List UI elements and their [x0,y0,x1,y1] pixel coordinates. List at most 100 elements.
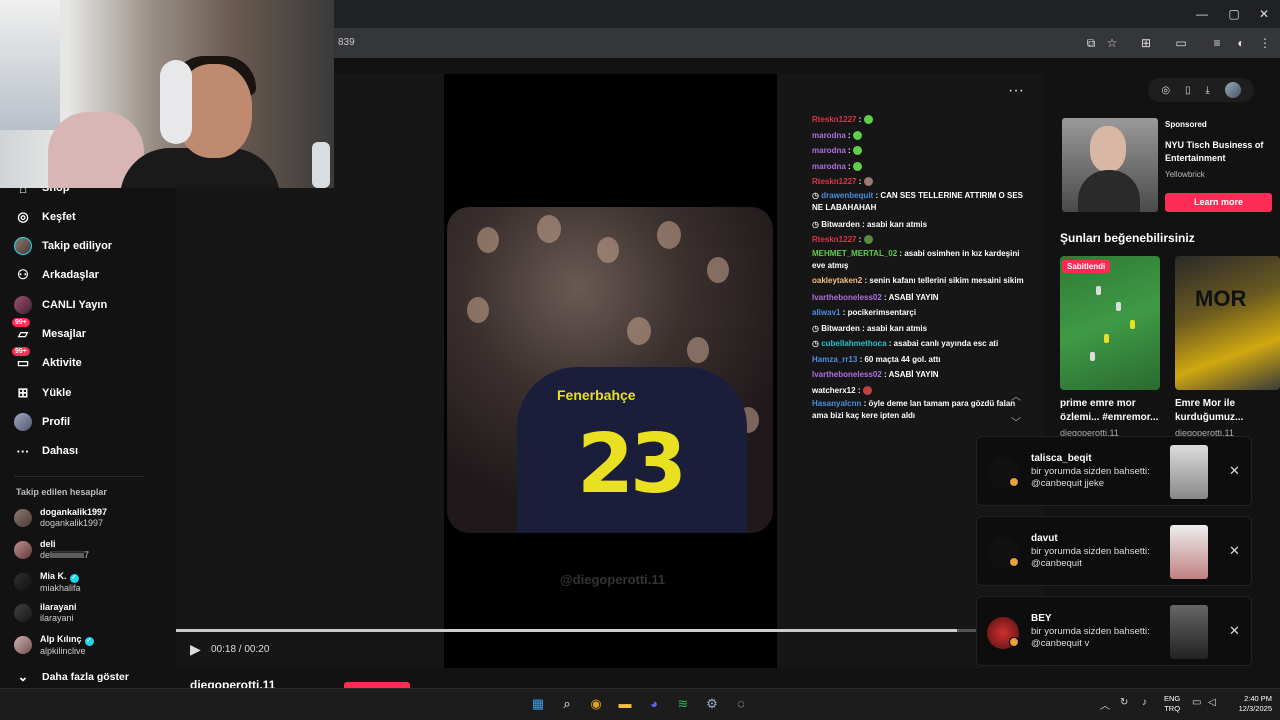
chat-username[interactable]: Rteskn1227 [812,235,856,244]
chat-separator: : [840,308,848,317]
sidebar-item-more[interactable]: ··· Dahası [14,439,174,463]
chat-username[interactable]: marodna [812,131,846,140]
sidebar-item-following[interactable]: Takip ediliyor [14,234,174,258]
windows-start-icon[interactable]: ▦ [528,694,548,714]
sync-icon[interactable]: ↻ [1120,697,1128,708]
minimize-icon[interactable]: — [1192,4,1212,24]
sidebar-item-activity[interactable]: ▭ 99+ Aktivite [12,347,174,375]
chat-username[interactable]: Ivartheboneless02 [812,293,882,302]
close-icon[interactable]: ✕ [1229,623,1240,639]
show-more-button[interactable]: ⌄ Daha fazla göster [14,665,174,689]
mention-notification[interactable]: BEY bir yorumda sizden bahsetti: @canbeq… [976,596,1252,666]
chat-username[interactable]: Hamza_rr13 [812,355,857,364]
chat-username[interactable]: marodna [812,162,846,171]
chat-message: watcherx12 : [812,383,1032,399]
close-icon[interactable]: ✕ [1229,543,1240,559]
chat-username[interactable]: drawenbequit [821,191,873,200]
sidebar-item-live[interactable]: CANLI Yayın [14,293,174,317]
close-window-icon[interactable]: ✕ [1254,4,1274,24]
suggested-video[interactable]: MOR [1175,256,1280,390]
chevron-up-icon[interactable]: ︿ [1011,388,1021,403]
sidebar-item-friends[interactable]: ⚇ Arkadaşlar [14,263,174,287]
chat-username[interactable]: Bitwarden [821,220,860,229]
app-icon[interactable]: ◌ [731,694,751,714]
install-icon[interactable]: ⧉ [1082,34,1100,52]
language-indicator[interactable]: ENG TRQ [1164,694,1180,714]
system-clock[interactable]: 2:40 PM 12/3/2025 [1228,694,1272,714]
chat-username[interactable]: Bitwarden [821,324,860,333]
chrome-icon[interactable]: ◉ [586,694,606,714]
discord-icon[interactable]: ◕ [644,694,664,714]
emote-icon [863,177,873,187]
chat-separator: : [859,219,867,229]
settings-icon[interactable]: ⚙ [702,694,722,714]
suggested-video[interactable] [1060,256,1160,390]
suggestion-user[interactable]: diegoperotti.11 [1060,428,1119,436]
notification-thumbnail[interactable] [1170,525,1208,579]
chat-username[interactable]: Rteskn1227 [812,177,856,186]
jersey-name: Fenerbahçe [557,387,636,403]
browser-menu-icon[interactable]: ⋮ [1256,34,1274,52]
followed-account[interactable]: Alp Kılınç ✓ alpkilinclive [14,630,174,660]
followed-account[interactable]: ilarayani ilarayani [14,598,174,628]
close-icon[interactable]: ✕ [1229,463,1240,479]
clock-date: 12/3/2025 [1238,704,1272,713]
volume-icon[interactable]: ◁ [1208,697,1216,708]
play-icon[interactable]: ▶ [190,641,201,658]
sidebar-item-messages[interactable]: ▱ 99+ Mesajlar [12,318,174,346]
notification-thumbnail[interactable] [1170,605,1208,659]
chat-message: Hasanyalcnn : öyle deme lan tamam para g… [812,398,1032,422]
chevron-down-icon[interactable]: ﹀ [1011,414,1021,429]
notification-text: bir yorumda sizden bahsetti: @canbequit [1031,546,1150,569]
mention-notification[interactable]: davut bir yorumda sizden bahsetti: @canb… [976,516,1252,586]
ad-title[interactable]: NYU Tisch Business of Entertainment [1165,139,1275,165]
bookmark-star-icon[interactable]: ☆ [1103,34,1121,52]
video-author[interactable]: diegoperotti.11 [190,678,275,688]
folder-icon[interactable]: ▬ [615,694,635,714]
suggestion-caption[interactable]: Emre Mor ile kurduğumuz... [1175,397,1275,425]
video-frame[interactable]: Fenerbahçe 23 [447,207,773,533]
url-text[interactable]: 839 [338,33,1078,53]
chat-username[interactable]: watcherx12 [812,386,856,395]
followed-account[interactable]: dogankalik1997 dogankalik1997 [14,503,174,533]
chat-username[interactable]: MEHMET_MERTAL_02 [812,249,897,258]
sidepanel-icon[interactable]: ▭ [1172,34,1190,52]
spotify-icon[interactable]: ≋ [673,694,693,714]
microphone-icon[interactable]: ♪ [1142,697,1147,708]
sidebar-item-explore[interactable]: ◎ Keşfet [14,205,174,229]
mention-notification[interactable]: talisca_beqit bir yorumda sizden bahsett… [976,436,1252,506]
maximize-icon[interactable]: ▢ [1224,4,1244,24]
chat-username[interactable]: Ivartheboneless02 [812,370,882,379]
chat-username[interactable]: marodna [812,146,846,155]
chevron-up-icon[interactable]: ︿ [1100,697,1110,712]
followed-account[interactable]: Mia K. ✓ miakhalifa [14,567,174,597]
notification-thumbnail[interactable] [1170,445,1208,499]
display-icon[interactable]: ▭ [1192,697,1201,708]
phone-icon[interactable]: ▯ [1185,85,1191,96]
learn-more-button[interactable]: Learn more [1165,193,1272,212]
sidebar-item-profile[interactable]: Profil [14,410,174,434]
profile-avatar[interactable] [1224,82,1241,98]
compass-icon[interactable]: ◎ [1161,85,1170,96]
suggestion-user[interactable]: diegoperotti.11 [1175,428,1234,436]
download-icon[interactable]: ⤓ [1205,85,1209,96]
chat-separator: : [881,370,889,379]
chat-username[interactable]: aliwav1 [812,308,840,317]
ad-thumbnail[interactable] [1062,118,1158,212]
followed-account[interactable]: deli deliiiiiiiiiiiiiiii7 [14,535,174,565]
ad-brand: Yellowbrick [1165,170,1205,179]
sidebar-item-label: Profil [42,416,71,428]
chat-separator: : [886,339,894,348]
suggestion-caption[interactable]: prime emre mor özlemi... #emremor... [1060,397,1168,425]
search-icon[interactable]: ⌕ [557,694,577,714]
extensions-icon[interactable]: ⊞ [1137,34,1155,52]
chat-username[interactable]: Rteskn1227 [812,115,856,124]
chat-username[interactable]: cubellahmethoca [821,339,886,348]
chat-username[interactable]: Hasanyalcnn [812,399,861,408]
profile-icon[interactable]: ◐ [1232,34,1250,52]
sidebar-item-upload[interactable]: ⊞ Yükle [14,381,174,405]
right-toolbar: ◎ ▯ ⤓ [1148,78,1254,102]
chat-username[interactable]: oakleytaken2 [812,276,862,285]
media-icon[interactable]: ≡ [1208,34,1226,52]
more-options-icon[interactable]: ··· [1008,82,1024,100]
